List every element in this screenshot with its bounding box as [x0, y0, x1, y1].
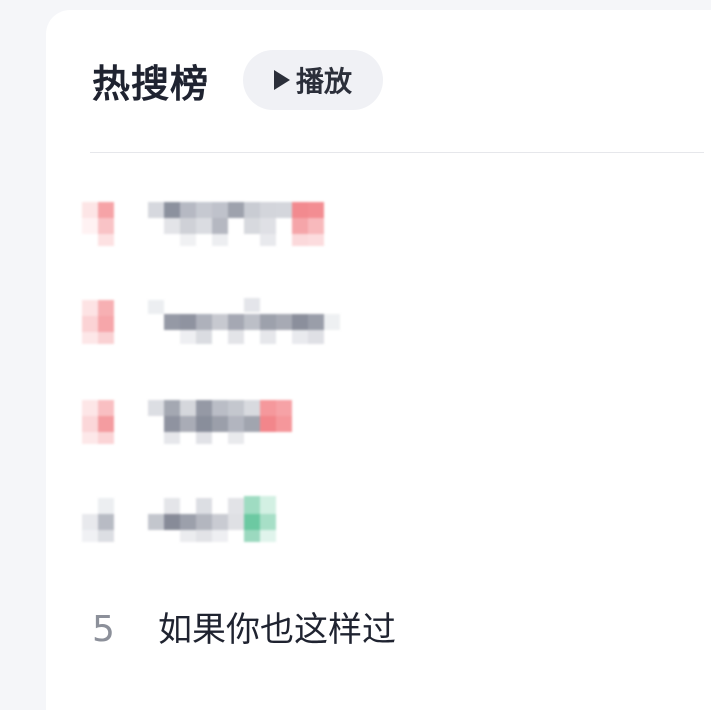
rank-number: 5	[92, 609, 115, 650]
title-pixelated	[148, 494, 298, 544]
rank-pixelated	[82, 198, 116, 248]
list-item-blurred-3[interactable]	[80, 396, 640, 452]
list-item-blurred-4[interactable]	[80, 494, 640, 550]
list-item[interactable]: 5 如果你也这样过	[92, 602, 396, 651]
play-button[interactable]: 播放	[243, 50, 384, 110]
header-divider	[90, 152, 704, 153]
page-title: 热搜榜	[92, 61, 210, 106]
title-pixelated	[148, 396, 338, 446]
title-pixelated	[148, 198, 368, 248]
hot-search-header: 热搜榜 播放	[92, 50, 384, 110]
list-item-blurred-1[interactable]	[80, 198, 640, 254]
rank-pixelated	[82, 494, 116, 544]
list-item-blurred-2[interactable]	[80, 296, 640, 352]
rank-pixelated	[82, 296, 116, 346]
rank-pixelated	[82, 396, 116, 446]
play-button-label: 播放	[296, 65, 353, 98]
play-icon	[274, 70, 290, 90]
title-pixelated	[148, 296, 348, 346]
hot-search-title: 如果你也这样过	[158, 610, 396, 650]
